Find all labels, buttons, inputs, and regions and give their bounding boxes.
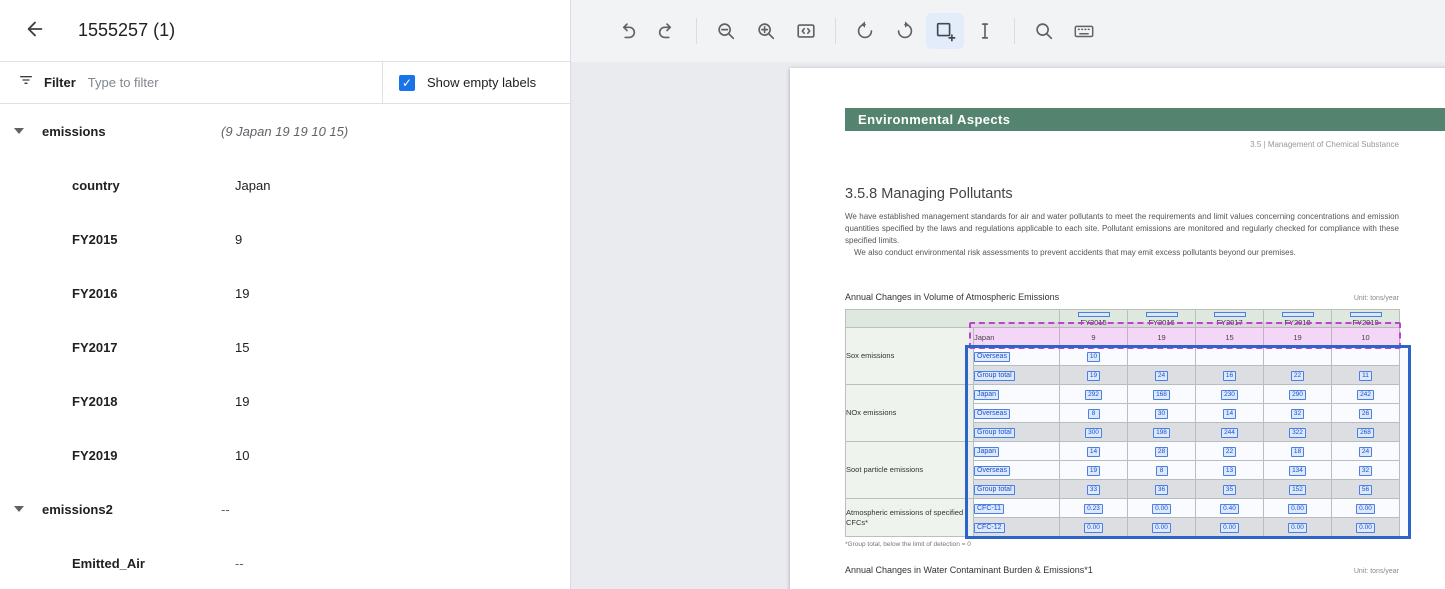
table-caption: Annual Changes in Volume of Atmospheric … <box>845 292 1059 302</box>
app-window: 1555257 (1) Filter Type to filter Show e… <box>0 0 1445 589</box>
arrow-left-icon <box>24 18 46 43</box>
header-token-annotation[interactable] <box>1350 312 1382 317</box>
show-empty-labels-checkbox[interactable] <box>399 75 415 91</box>
keyboard-shortcuts-button[interactable] <box>1065 13 1103 49</box>
group-label: emissions2 <box>42 502 221 517</box>
item-label: FY2017 <box>72 340 235 355</box>
text-cursor-icon <box>974 20 996 42</box>
doc-paragraph: We have established management standards… <box>845 211 1399 247</box>
item-value: 10 <box>235 448 249 463</box>
viewer-area: Environmental Aspects 3.5 | Management o… <box>571 0 1445 589</box>
search-icon <box>1033 20 1055 42</box>
rotate-right-button[interactable] <box>886 13 924 49</box>
tree-item-FY2017[interactable]: FY201715 <box>0 320 570 374</box>
document-page: Environmental Aspects 3.5 | Management o… <box>790 68 1445 589</box>
caret-down-icon[interactable] <box>0 506 28 512</box>
group-summary: (9 Japan 19 19 10 15) <box>221 124 348 139</box>
next-table-unit: Unit: tons/year <box>1354 568 1399 575</box>
rotate-left-button[interactable] <box>846 13 884 49</box>
doc-section-title: 3.5.8 Managing Pollutants <box>845 186 1013 202</box>
tree-item-country[interactable]: countryJapan <box>0 158 570 212</box>
rotate-right-icon <box>894 20 916 42</box>
item-value: 9 <box>235 232 242 247</box>
item-label: FY2019 <box>72 448 235 463</box>
item-value: 15 <box>235 340 249 355</box>
doc-banner: Environmental Aspects <box>845 108 1445 131</box>
labels-panel: 1555257 (1) Filter Type to filter Show e… <box>0 0 571 589</box>
item-value: 19 <box>235 286 249 301</box>
code-view-button[interactable] <box>787 13 825 49</box>
table-region-annotation[interactable] <box>965 345 1411 539</box>
emissions-table-wrap: FY2015FY2016FY2017FY2018FY2019Sox emissi… <box>845 309 1399 537</box>
category-cell: NOx emissions <box>846 385 974 442</box>
filter-placeholder: Type to filter <box>88 75 159 90</box>
tree-item-FY2016[interactable]: FY201619 <box>0 266 570 320</box>
category-cell: Atmospheric emissions of specified CFCs* <box>846 499 974 537</box>
document-canvas[interactable]: Environmental Aspects 3.5 | Management o… <box>571 62 1445 589</box>
search-button[interactable] <box>1025 13 1063 49</box>
show-empty-labels-row: Show empty labels <box>383 62 570 103</box>
labels-tree: emissions(9 Japan 19 19 10 15)countryJap… <box>0 104 570 589</box>
table-unit: Unit: tons/year <box>1354 295 1399 302</box>
item-label: country <box>72 178 235 193</box>
panel-header: 1555257 (1) <box>0 0 570 62</box>
next-caption-row: Annual Changes in Water Contaminant Burd… <box>845 565 1399 575</box>
category-cell: Sox emissions <box>846 328 974 385</box>
filter-icon <box>18 72 34 93</box>
next-table-caption: Annual Changes in Water Contaminant Burd… <box>845 565 1093 575</box>
text-select-button[interactable] <box>966 13 1004 49</box>
tree-item-FY2018[interactable]: FY201819 <box>0 374 570 428</box>
tree-item-FY2015[interactable]: FY20159 <box>0 212 570 266</box>
header-token-annotation[interactable] <box>1078 312 1110 317</box>
viewer-toolbar <box>571 0 1445 62</box>
group-label: emissions <box>42 124 221 139</box>
tree-group-emissions[interactable]: emissions(9 Japan 19 19 10 15) <box>0 104 570 158</box>
header-token-annotation[interactable] <box>1282 312 1314 317</box>
toolbar-separator <box>835 18 836 44</box>
table-caption-row: Annual Changes in Volume of Atmospheric … <box>845 292 1399 302</box>
group-summary: -- <box>221 502 230 517</box>
tree-item-Emitted_Air[interactable]: Emitted_Air-- <box>0 536 570 589</box>
tree-group-emissions2[interactable]: emissions2-- <box>0 482 570 536</box>
zoom-out-icon <box>715 20 737 42</box>
redo-button[interactable] <box>648 13 686 49</box>
doc-breadcrumb: 3.5 | Management of Chemical Substance <box>845 140 1399 149</box>
table-footnote: *Group total, below the limit of detecti… <box>845 541 971 548</box>
toolbar-separator <box>1014 18 1015 44</box>
item-label: FY2015 <box>72 232 235 247</box>
category-cell: Soot particle emissions <box>846 442 974 499</box>
document-title: 1555257 (1) <box>78 20 175 41</box>
zoom-in-button[interactable] <box>747 13 785 49</box>
item-value: 19 <box>235 394 249 409</box>
redo-icon <box>656 20 678 42</box>
header-token-annotation[interactable] <box>1146 312 1178 317</box>
keyboard-icon <box>1073 20 1095 42</box>
doc-paragraphs: We have established management standards… <box>845 211 1399 259</box>
filter-label: Filter <box>44 75 76 90</box>
tree-item-FY2019[interactable]: FY201910 <box>0 428 570 482</box>
add-bounding-box-icon <box>934 20 956 42</box>
show-empty-labels-label: Show empty labels <box>427 75 536 90</box>
item-label: FY2016 <box>72 286 235 301</box>
zoom-in-icon <box>755 20 777 42</box>
filter-row: Filter Type to filter Show empty labels <box>0 62 570 104</box>
caret-down-icon[interactable] <box>0 128 28 134</box>
zoom-out-button[interactable] <box>707 13 745 49</box>
code-view-icon <box>795 20 817 42</box>
item-value: Japan <box>235 178 270 193</box>
item-label: FY2018 <box>72 394 235 409</box>
back-button[interactable] <box>24 17 52 45</box>
add-bounding-box-button[interactable] <box>926 13 964 49</box>
undo-icon <box>616 20 638 42</box>
doc-paragraph: We also conduct environmental risk asses… <box>845 247 1399 259</box>
undo-button[interactable] <box>608 13 646 49</box>
item-value: -- <box>235 556 244 571</box>
rotate-left-icon <box>854 20 876 42</box>
toolbar-separator <box>696 18 697 44</box>
item-label: Emitted_Air <box>72 556 235 571</box>
filter-input[interactable]: Filter Type to filter <box>0 62 383 103</box>
header-token-annotation[interactable] <box>1214 312 1246 317</box>
